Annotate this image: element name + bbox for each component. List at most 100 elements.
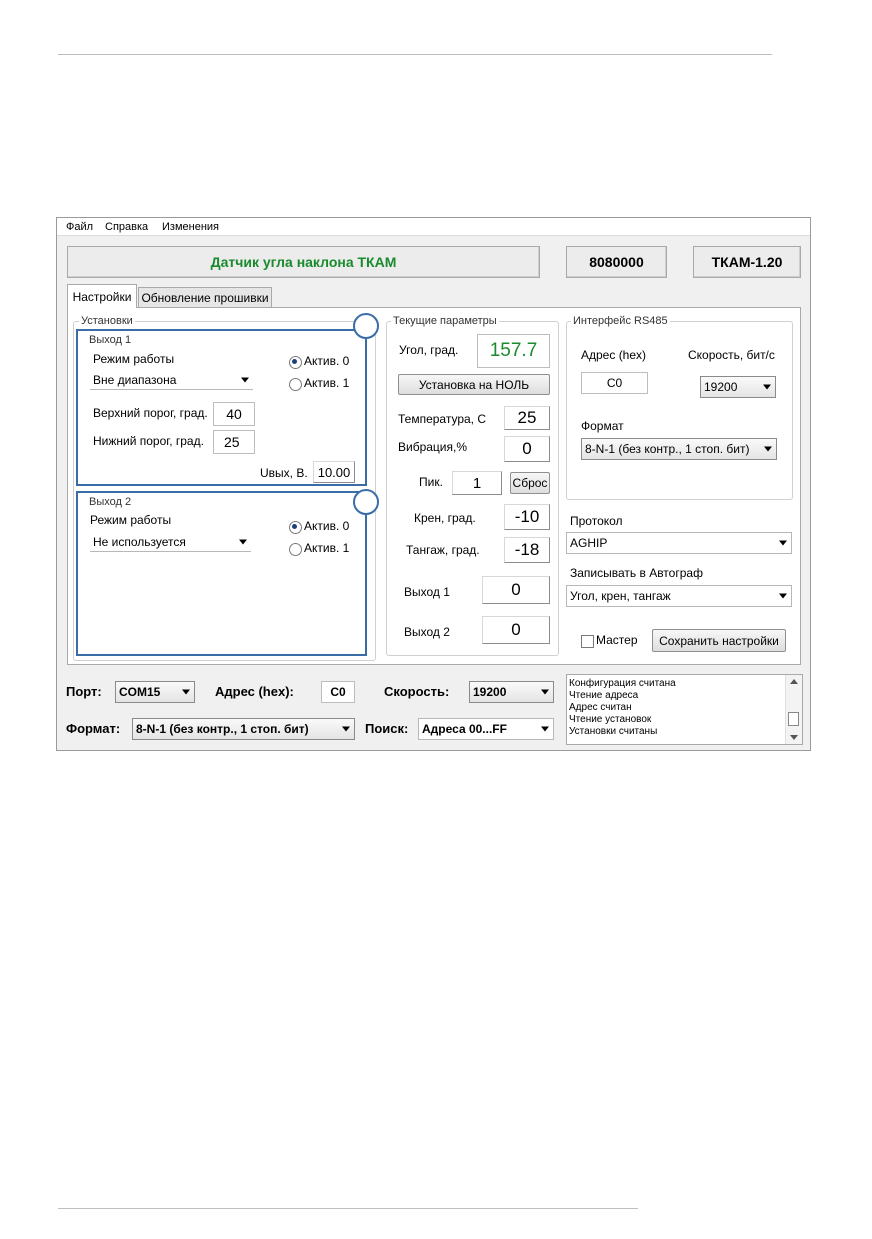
bottom-speed-select[interactable]: 19200 bbox=[469, 681, 554, 703]
output2-mode-label: Режим работы bbox=[90, 513, 172, 527]
scroll-thumb[interactable] bbox=[788, 712, 799, 726]
upper-threshold-value: 40 bbox=[226, 406, 242, 422]
serial-number: 8080000 bbox=[589, 254, 644, 270]
rs485-address-value: C0 bbox=[606, 376, 623, 390]
log-line: Чтение адреса bbox=[569, 690, 639, 701]
search-label: Поиск: bbox=[365, 721, 409, 736]
chevron-down-icon bbox=[241, 377, 249, 382]
vibration-value: 0 bbox=[522, 439, 532, 458]
output2-radio-active0[interactable] bbox=[289, 521, 302, 534]
vibration-label: Вибрация,% bbox=[398, 440, 468, 454]
protocol-value: AGHIP bbox=[570, 536, 608, 550]
chevron-down-icon bbox=[541, 689, 549, 695]
upper-threshold-input[interactable]: 40 bbox=[213, 402, 255, 426]
output2-radio-active0-label: Актив. 0 bbox=[304, 519, 350, 533]
angle-value: 157.7 bbox=[489, 340, 538, 361]
output1-radio-active0[interactable] bbox=[289, 356, 302, 369]
tab-settings[interactable]: Настройки bbox=[67, 284, 137, 308]
upper-threshold-label: Верхний порог, град. bbox=[93, 406, 208, 420]
pitch-display: -18 bbox=[504, 537, 550, 563]
reset-button[interactable]: Сброс bbox=[510, 472, 550, 494]
output1-marker bbox=[353, 313, 379, 339]
output1-radio-active1-label: Актив. 1 bbox=[304, 376, 350, 390]
uout-input[interactable]: 10.00 bbox=[313, 461, 355, 483]
pitch-label: Тангаж, град. bbox=[406, 543, 480, 557]
vibration-display: 0 bbox=[504, 436, 550, 462]
peak-label: Пик. bbox=[419, 475, 443, 489]
set-zero-button[interactable]: Установка на НОЛЬ bbox=[398, 374, 550, 395]
output1-mode-label: Режим работы bbox=[93, 352, 175, 366]
menu-changes[interactable]: Изменения bbox=[162, 221, 219, 233]
uout-label: Uвых, В. bbox=[260, 466, 308, 480]
chevron-down-icon bbox=[779, 540, 787, 546]
menu-bar: Файл Справка Изменения bbox=[57, 218, 810, 236]
chevron-down-icon bbox=[779, 593, 787, 599]
lower-threshold-input[interactable]: 25 bbox=[213, 430, 255, 454]
bottom-address-label: Адрес (hex): bbox=[215, 684, 294, 699]
output1-title: Выход 1 bbox=[87, 334, 134, 346]
master-label: Мастер bbox=[596, 633, 638, 647]
log-line: Конфигурация считана bbox=[569, 678, 676, 689]
bottom-address-value: C0 bbox=[330, 685, 346, 699]
port-label: Порт: bbox=[66, 684, 102, 699]
uout-value: 10.00 bbox=[317, 464, 351, 480]
device-title: Датчик угла наклона ТКАМ bbox=[210, 254, 397, 270]
chevron-down-icon bbox=[541, 726, 549, 732]
set-zero-button-label: Установка на НОЛЬ bbox=[418, 377, 530, 392]
autograph-select[interactable]: Угол, крен, тангаж bbox=[566, 585, 792, 607]
chevron-down-icon bbox=[763, 384, 771, 390]
log-scrollbar[interactable] bbox=[785, 675, 802, 744]
roll-value: -10 bbox=[514, 507, 540, 526]
output2-radio-active1[interactable] bbox=[289, 543, 302, 556]
firmware-version: ТКАМ-1.20 bbox=[711, 254, 783, 270]
search-select[interactable]: Адреса 00...FF bbox=[418, 718, 554, 740]
log-box[interactable]: Конфигурация считана Чтение адреса Адрес… bbox=[566, 674, 803, 745]
serial-number-box: 8080000 bbox=[566, 246, 667, 278]
peak-display: 1 bbox=[452, 471, 502, 495]
roll-label: Крен, град. bbox=[414, 511, 476, 525]
peak-value: 1 bbox=[472, 474, 482, 492]
bottom-address-input[interactable]: C0 bbox=[321, 681, 355, 703]
lower-threshold-label: Нижний порог, град. bbox=[93, 434, 204, 448]
chevron-down-icon bbox=[342, 726, 350, 732]
top-rule bbox=[58, 54, 772, 55]
chevron-down-icon bbox=[764, 446, 772, 452]
rs485-address-label: Адрес (hex) bbox=[581, 348, 647, 362]
save-settings-button-label: Сохранить настройки bbox=[659, 633, 779, 648]
output2-state-display: 0 bbox=[482, 616, 550, 644]
rs485-title: Интерфейс RS485 bbox=[571, 315, 670, 327]
temperature-display: 25 bbox=[504, 406, 550, 430]
menu-file[interactable]: Файл bbox=[66, 221, 93, 233]
protocol-label: Протокол bbox=[570, 514, 623, 528]
rs485-address-input[interactable]: C0 bbox=[581, 372, 648, 394]
save-settings-button[interactable]: Сохранить настройки bbox=[652, 629, 786, 652]
scroll-up-icon[interactable] bbox=[790, 679, 798, 684]
settings-group-title: Установки bbox=[79, 315, 135, 327]
device-title-box: Датчик угла наклона ТКАМ bbox=[67, 246, 540, 278]
menu-help[interactable]: Справка bbox=[105, 221, 148, 233]
output1-mode-select[interactable]: Вне диапазона bbox=[90, 370, 253, 390]
output2-marker bbox=[353, 489, 379, 515]
log-line: Адрес считан bbox=[569, 702, 632, 713]
current-params-title: Текущие параметры bbox=[391, 315, 499, 327]
app-window: Файл Справка Изменения Датчик угла накло… bbox=[56, 217, 811, 751]
tab-firmware-update[interactable]: Обновление прошивки bbox=[138, 287, 272, 307]
angle-label: Угол, град. bbox=[399, 343, 459, 357]
output2-state-value: 0 bbox=[511, 620, 521, 639]
search-value: Адреса 00...FF bbox=[422, 722, 507, 736]
output1-radio-active1[interactable] bbox=[289, 378, 302, 391]
output1-mode-value: Вне диапазона bbox=[93, 372, 177, 387]
output2-mode-value: Не используется bbox=[93, 534, 186, 549]
protocol-select[interactable]: AGHIP bbox=[566, 532, 792, 554]
rs485-speed-label: Скорость, бит/с bbox=[688, 348, 775, 362]
rs485-format-select[interactable]: 8-N-1 (без контр., 1 стоп. бит) bbox=[581, 438, 777, 460]
log-line: Чтение установок bbox=[569, 714, 652, 725]
rs485-speed-select[interactable]: 19200 bbox=[700, 376, 776, 398]
master-checkbox[interactable] bbox=[581, 635, 594, 648]
bottom-format-select[interactable]: 8-N-1 (без контр., 1 стоп. бит) bbox=[132, 718, 355, 740]
port-select[interactable]: COM15 bbox=[115, 681, 195, 703]
output2-state-label: Выход 2 bbox=[404, 625, 450, 639]
bottom-format-label: Формат: bbox=[66, 721, 121, 736]
output2-mode-select[interactable]: Не используется bbox=[90, 532, 251, 552]
scroll-down-icon[interactable] bbox=[790, 735, 798, 740]
